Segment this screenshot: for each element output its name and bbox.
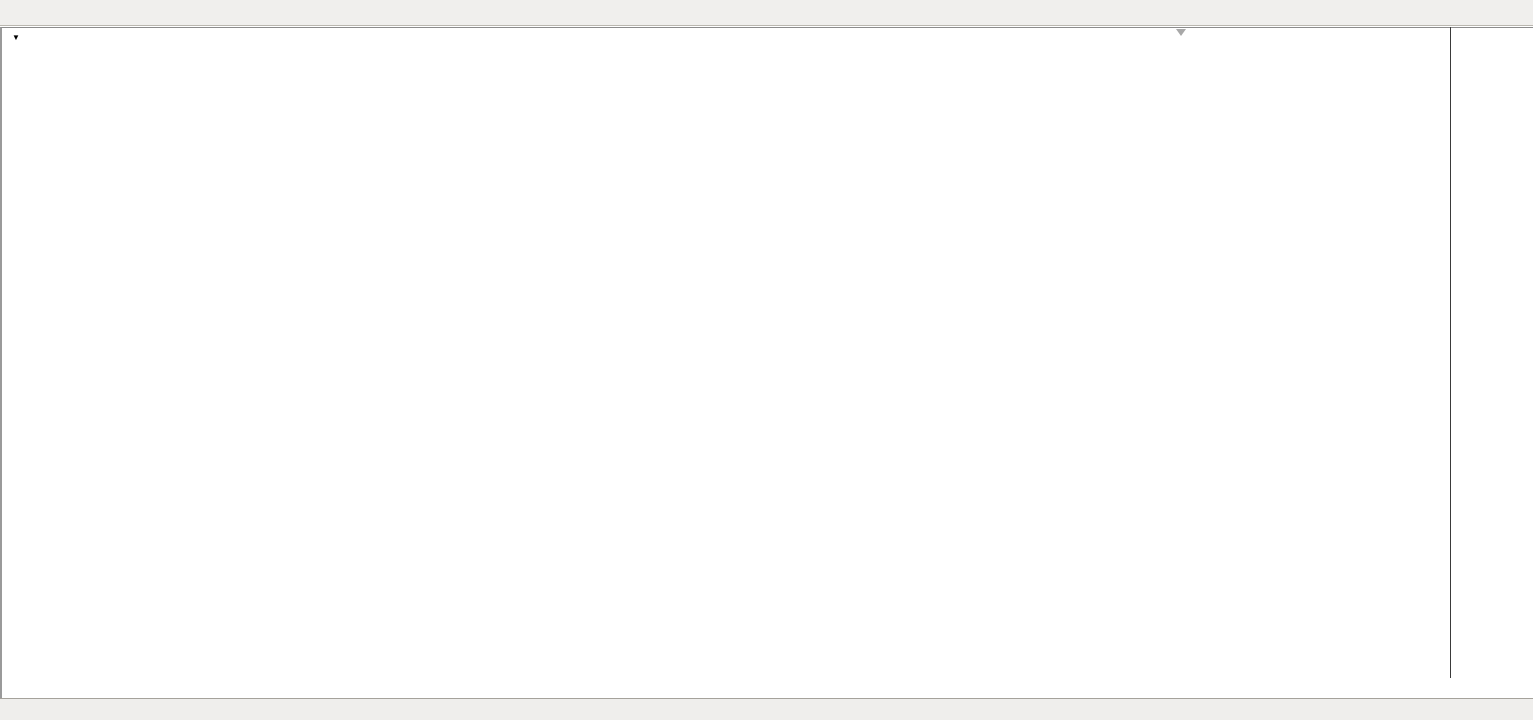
chart-shift-marker — [1176, 29, 1186, 36]
mt4-window: ▼ — [0, 0, 1533, 720]
chart-title: ▼ — [12, 32, 31, 44]
symbol-dropdown-icon: ▼ — [12, 33, 20, 42]
price-axis-border — [1450, 27, 1451, 678]
chart-tab-bar — [0, 698, 1533, 720]
chart-canvas[interactable] — [0, 0, 1533, 720]
